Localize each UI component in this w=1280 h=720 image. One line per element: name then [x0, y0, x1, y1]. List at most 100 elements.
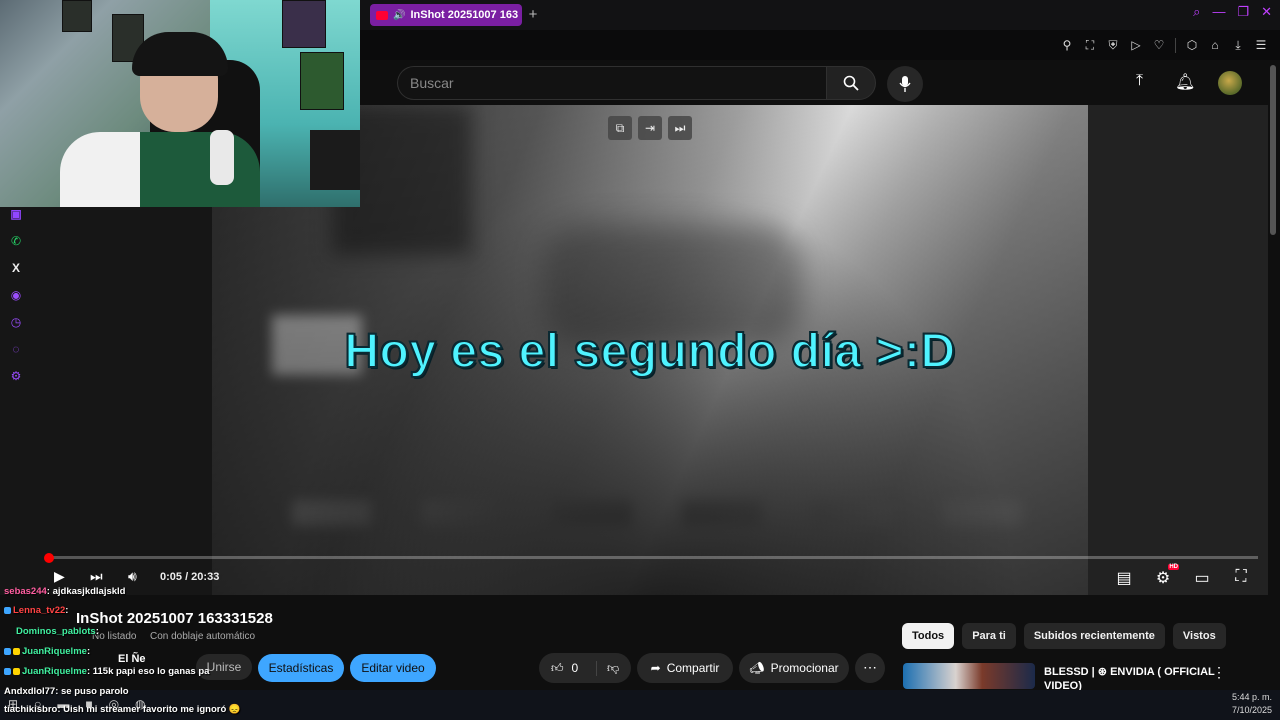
search-input[interactable]: Buscar: [397, 66, 827, 100]
recommended-video-title[interactable]: BLESSD | ⊛ ENVIDIA ( OFFICIAL: [1044, 665, 1215, 678]
progress-scrubber[interactable]: [44, 553, 54, 563]
webcam-poster: [62, 0, 92, 32]
exit-icon[interactable]: ⇥: [638, 116, 662, 140]
chip-for-you[interactable]: Para ti: [962, 623, 1016, 649]
clock-date: 7/10/2025: [1231, 705, 1272, 715]
chat-message: Andxdlol77: se puso parolo: [4, 686, 129, 697]
history-icon[interactable]: ◷: [8, 314, 24, 330]
chat-text: : 115k papi eso lo ganas pa: [86, 666, 210, 677]
speaker-icon: 🔊: [393, 9, 406, 21]
share-button[interactable]: ➦ Compartir: [637, 653, 733, 683]
chat-user: Dominos_pablots: [16, 626, 96, 637]
chat-text: : ajdkasjkdlajskld: [46, 586, 126, 597]
left-background-lower: [0, 207, 212, 595]
next-video-icon[interactable]: ⏭: [90, 568, 103, 585]
close-icon[interactable]: ✕: [1261, 4, 1272, 20]
video-title: InShot 20251007 163331528: [76, 610, 273, 627]
hd-badge: HD: [1168, 564, 1179, 570]
chip-recent[interactable]: Subidos recientemente: [1023, 623, 1165, 649]
chat-badge-icon: [4, 667, 11, 675]
menu-icon[interactable]: ☰: [1254, 38, 1268, 53]
x-icon[interactable]: X: [8, 260, 24, 276]
chat-user: Andxdlol77: [4, 686, 56, 697]
webcam-microphone: [210, 130, 234, 185]
chat-text: :: [86, 646, 91, 657]
fullscreen-icon[interactable]: ⛶: [1231, 568, 1251, 588]
miniplayer-icon[interactable]: ⧉: [608, 116, 632, 140]
chat-user: tiachikisbro: [4, 704, 58, 715]
chat-text: : se puso parolo: [55, 686, 129, 697]
player-side-area: [1088, 105, 1268, 595]
lock-icon[interactable]: ⌂: [1208, 38, 1222, 53]
voice-search-button[interactable]: [887, 66, 923, 102]
notifications-bell-icon[interactable]: 🔔︎: [1175, 72, 1195, 92]
player-top-controls: ⧉ ⇥ ⏭: [608, 116, 692, 140]
download-icon[interactable]: ⤓: [1231, 38, 1245, 53]
settings-gear-icon[interactable]: ⚙ HD: [1153, 564, 1179, 588]
chat-message: Lenna_tv22:: [4, 605, 68, 616]
circle-icon[interactable]: ◉: [8, 287, 24, 303]
stats-button[interactable]: Estadísticas: [258, 654, 344, 682]
thumbs-down-icon: 👎︎: [607, 660, 620, 675]
chat-message: tiachikisbro: Uish mi streamer favorito …: [4, 704, 241, 715]
chip-all[interactable]: Todos: [902, 623, 955, 649]
more-actions-button[interactable]: ⋯: [855, 653, 885, 683]
microphone-icon: [899, 76, 911, 92]
chat-message: JuanRiquelme: 115k papi eso lo ganas pa: [4, 666, 209, 677]
dislike-button[interactable]: 👎︎: [597, 661, 619, 676]
puzzle-icon[interactable]: ⬡: [1185, 38, 1199, 53]
search-button[interactable]: [826, 66, 876, 100]
theater-mode-icon[interactable]: ▭: [1192, 568, 1212, 588]
promote-button[interactable]: 📣︎ Promocionar: [739, 653, 849, 683]
subtitles-icon[interactable]: ▤: [1114, 568, 1134, 588]
chat-user: JuanRiquelme: [22, 646, 87, 657]
upload-icon[interactable]: ⤒: [1136, 72, 1143, 90]
page-scrollbar[interactable]: [1270, 65, 1276, 235]
edit-video-button[interactable]: Editar video: [350, 654, 436, 682]
chip-watched[interactable]: Vistos: [1172, 623, 1226, 649]
whatsapp-icon[interactable]: ✆: [8, 233, 24, 249]
twitch-icon[interactable]: ▣: [8, 206, 24, 222]
chat-badge-icon: [4, 647, 11, 655]
restore-icon[interactable]: ❐: [1237, 4, 1249, 20]
chat-message: Dominos_pablots:: [16, 626, 99, 637]
megaphone-icon: 📣︎: [749, 661, 765, 675]
chat-message: JuanRiquelme:: [4, 646, 90, 657]
volume-icon[interactable]: 🔊︎: [128, 568, 137, 585]
chat-icon[interactable]: ◌: [8, 341, 24, 357]
settings-icon[interactable]: ⚙: [8, 368, 24, 384]
like-count: 0: [571, 661, 579, 675]
webcam-poster: [300, 52, 344, 110]
youtube-favicon-icon: [376, 10, 388, 20]
chat-badge-icon: [4, 606, 11, 614]
crop-icon[interactable]: ⛶: [1083, 38, 1097, 53]
like-button[interactable]: 👍︎ 0: [539, 660, 597, 676]
pin-icon[interactable]: ⚲: [1060, 38, 1074, 53]
browser-tab[interactable]: 🔊 InShot 20251007 163: [370, 4, 522, 26]
window-controls: ⌕ — ❐ ✕: [1193, 4, 1272, 20]
chat-message: sebas244: ajdkasjkdlajskld: [4, 586, 125, 597]
system-clock[interactable]: 5:44 p. m. 7/10/2025: [1232, 691, 1272, 717]
account-avatar[interactable]: [1218, 71, 1242, 95]
play-icon[interactable]: ▷: [1129, 38, 1143, 53]
extension-icons: ⚲ ⛶ ⛨ ▷ ♡ ⬡ ⌂ ⤓ ☰: [1060, 38, 1268, 53]
recommended-more-icon[interactable]: ⋮: [1212, 664, 1226, 681]
dubbing-label: Con doblaje automático: [150, 631, 256, 642]
chat-badge-icon: [13, 647, 20, 655]
chat-text: :: [65, 605, 69, 616]
time-display: 0:05 / 20:33: [160, 571, 220, 583]
progress-bar[interactable]: [48, 556, 1258, 559]
skip-icon[interactable]: ⏭: [668, 116, 692, 140]
play-icon[interactable]: ▶: [54, 568, 65, 585]
thumbs-up-icon: 👍︎: [551, 660, 564, 675]
shield-icon[interactable]: ⛨: [1106, 38, 1120, 53]
heart-icon[interactable]: ♡: [1152, 38, 1166, 53]
clock-time: 5:44 p. m.: [1231, 692, 1272, 702]
search-icon: [843, 75, 859, 91]
recommended-video-thumbnail[interactable]: [903, 663, 1035, 689]
recommendation-filters: Todos Para ti Subidos recientemente Vist…: [902, 623, 1226, 649]
new-tab-button[interactable]: +: [526, 6, 540, 24]
minimize-icon[interactable]: —: [1212, 4, 1225, 20]
overlay-name: El Ñe: [118, 653, 146, 665]
search-tabs-icon[interactable]: ⌕: [1193, 4, 1200, 20]
